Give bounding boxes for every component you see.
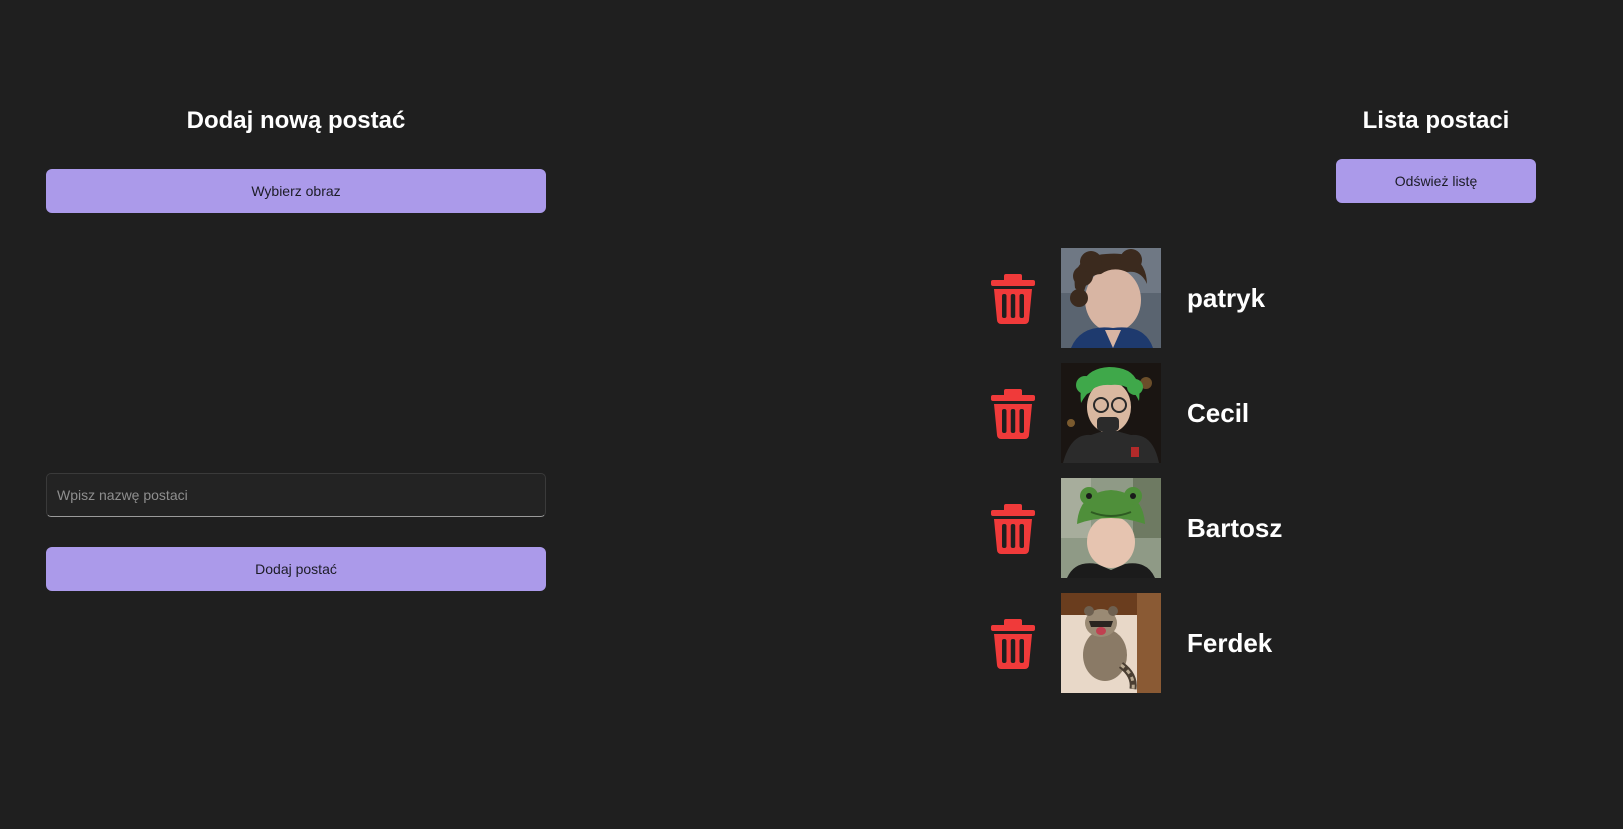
refresh-list-button[interactable]: Odśwież listę — [1336, 159, 1536, 203]
list-panel-title: Lista postaci — [1362, 107, 1510, 134]
delete-character-button[interactable] — [985, 500, 1041, 556]
add-panel-title: Dodaj nową postać — [186, 107, 406, 134]
character-name-input[interactable] — [46, 473, 546, 517]
character-item: Bartosz — [985, 478, 1385, 578]
character-avatar-image — [1061, 363, 1161, 463]
choose-image-button[interactable]: Wybierz obraz — [46, 169, 546, 213]
delete-character-button[interactable] — [985, 385, 1041, 441]
character-name: Bartosz — [1187, 512, 1283, 543]
trash-icon — [991, 504, 1035, 554]
character-name: patryk — [1187, 282, 1266, 313]
image-preview-area — [46, 226, 546, 446]
delete-character-button[interactable] — [985, 615, 1041, 671]
delete-character-button[interactable] — [985, 270, 1041, 326]
character-name: Cecil — [1187, 397, 1250, 428]
character-name: Ferdek — [1187, 627, 1273, 658]
character-avatar-image — [1061, 248, 1161, 348]
add-character-panel: Dodaj nową postać Wybierz obraz Dodaj po… — [46, 0, 546, 829]
trash-icon — [991, 619, 1035, 669]
character-item: Cecil — [985, 363, 1385, 463]
character-list: patryk Cecil Bartosz Ferdek — [985, 248, 1385, 708]
character-item: patryk — [985, 248, 1385, 348]
character-avatar-image — [1061, 593, 1161, 693]
character-item: Ferdek — [985, 593, 1385, 693]
add-character-button[interactable]: Dodaj postać — [46, 547, 546, 591]
trash-icon — [991, 389, 1035, 439]
character-avatar-image — [1061, 478, 1161, 578]
trash-icon — [991, 274, 1035, 324]
app-root: Dodaj nową postać Wybierz obraz Dodaj po… — [0, 0, 1623, 829]
